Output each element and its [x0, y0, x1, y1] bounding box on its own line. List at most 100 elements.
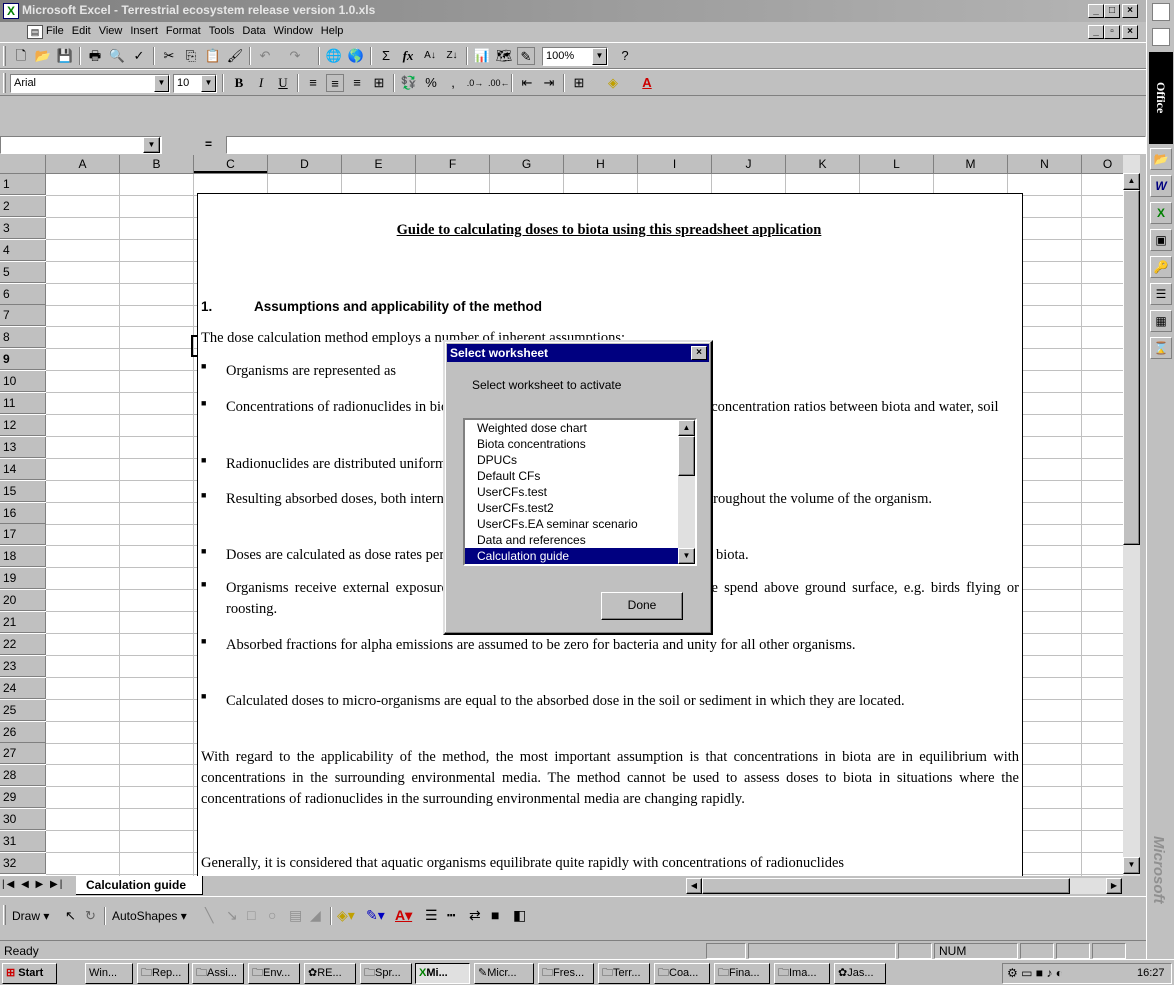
listbox-scrollbar[interactable]: ▲ ▼ — [678, 420, 695, 564]
draw-menu[interactable]: Draw ▾ — [12, 909, 49, 923]
menu-help[interactable]: Help — [321, 25, 344, 37]
autosum-icon[interactable]: Σ — [377, 47, 395, 65]
menu-data[interactable]: Data — [242, 25, 265, 37]
scroll-down-icon[interactable]: ▼ — [1123, 857, 1140, 874]
column-header-m[interactable]: M — [934, 155, 1008, 174]
oval-icon[interactable]: ○ — [268, 907, 276, 923]
row-header-18[interactable]: 18 — [0, 546, 46, 568]
format-painter-icon[interactable]: 🖌 — [226, 47, 244, 65]
free-rotate-icon[interactable]: ↻ — [85, 908, 96, 924]
menu-format[interactable]: Format — [166, 25, 201, 37]
list-item[interactable]: Weighted dose chart — [465, 420, 695, 436]
3d-icon[interactable]: ◧ — [513, 907, 526, 924]
calculator-icon[interactable]: ▦ — [1150, 310, 1172, 332]
taskbar-item[interactable]: 🗀Rep... — [137, 963, 189, 984]
taskbar-item[interactable]: 🗀Ima... — [774, 963, 830, 984]
row-header-3[interactable]: 3 — [0, 217, 46, 239]
hyperlink-icon[interactable]: 🌐 — [325, 47, 343, 65]
fill-color-icon[interactable]: ◈▾ — [337, 907, 355, 924]
sheet-tab-active[interactable]: Calculation guide — [76, 876, 204, 895]
taskbar-item[interactable]: 🗀Fina... — [714, 963, 770, 984]
excel-icon[interactable]: X — [1150, 202, 1172, 224]
cut-icon[interactable]: ✂ — [160, 47, 178, 65]
chevron-down-icon[interactable]: ▼ — [143, 137, 160, 153]
taskbar-item[interactable]: Win... — [85, 963, 133, 984]
powerpoint-icon[interactable]: ▣ — [1150, 229, 1172, 251]
row-header-21[interactable]: 21 — [0, 612, 46, 633]
merge-center-icon[interactable]: ⊞ — [370, 74, 388, 92]
column-header-i[interactable]: I — [638, 155, 712, 174]
scroll-up-icon[interactable]: ▲ — [1123, 173, 1140, 190]
font-color-icon[interactable]: A▾ — [395, 907, 412, 924]
column-header-k[interactable]: K — [786, 155, 860, 174]
italic-button[interactable]: I — [252, 74, 270, 92]
print-preview-icon[interactable]: 🔍 — [108, 47, 126, 65]
row-header-6[interactable]: 6 — [0, 283, 46, 305]
scroll-up-icon[interactable]: ▲ — [678, 420, 695, 436]
open-folder-icon[interactable]: 📂 — [1150, 148, 1172, 170]
increase-indent-icon[interactable]: ⇥ — [540, 74, 558, 92]
dialog-title-bar[interactable]: Select worksheet — [447, 344, 709, 362]
minimize-button[interactable]: _ — [1088, 4, 1104, 18]
row-header-19[interactable]: 19 — [0, 568, 46, 590]
hourglass-icon[interactable]: ⌛ — [1150, 337, 1172, 359]
borders-icon[interactable]: ⊞ — [570, 74, 588, 92]
row-header-5[interactable]: 5 — [0, 261, 46, 283]
worksheet-listbox[interactable]: Weighted dose chart Biota concentrations… — [463, 418, 697, 566]
column-header-c[interactable]: C — [194, 155, 268, 174]
decrease-decimal-icon[interactable]: .00← — [488, 74, 510, 92]
chevron-down-icon[interactable]: ▼ — [154, 75, 169, 92]
list-item[interactable]: UserCFs.EA seminar scenario — [465, 516, 695, 532]
open-icon[interactable]: 📂 — [34, 47, 52, 65]
menu-insert[interactable]: Insert — [130, 25, 158, 37]
web-toolbar-icon[interactable]: 🌎 — [347, 47, 365, 65]
column-header-d[interactable]: D — [268, 155, 342, 174]
taskbar-item[interactable]: 🗀Terr... — [598, 963, 650, 984]
workbook-icon[interactable]: ▤ — [27, 25, 43, 39]
menu-tools[interactable]: Tools — [209, 25, 235, 37]
comma-style-icon[interactable]: , — [444, 74, 462, 92]
copy-icon[interactable]: ⎘ — [182, 47, 200, 65]
done-button[interactable]: Done — [601, 592, 683, 620]
row-header-2[interactable]: 2 — [0, 195, 46, 217]
menu-window[interactable]: Window — [274, 25, 313, 37]
font-size-select[interactable]: 10 ▼ — [173, 74, 217, 93]
taskbar-item[interactable]: ✿RE... — [304, 963, 356, 984]
column-header-a[interactable]: A — [46, 155, 120, 174]
start-button[interactable]: ⊞ Start — [2, 963, 57, 984]
chevron-down-icon[interactable]: ▼ — [201, 75, 216, 92]
doc-minimize-button[interactable]: _ — [1088, 25, 1104, 39]
list-item[interactable]: Default CFs — [465, 468, 695, 484]
dash-style-icon[interactable]: ┅ — [447, 907, 455, 924]
equals-sign[interactable]: = — [205, 137, 212, 151]
doc-restore-button[interactable]: ▫ — [1104, 25, 1120, 39]
row-header-13[interactable]: 13 — [0, 436, 46, 458]
print-icon[interactable]: 🖶 — [86, 47, 104, 65]
new-icon[interactable]: 🗋 — [12, 47, 30, 65]
row-header-31[interactable]: 31 — [0, 831, 46, 852]
office-logo-icon[interactable] — [1152, 3, 1170, 21]
chart-wizard-icon[interactable]: 📊 — [473, 47, 491, 65]
taskbar-item[interactable]: ✿Jas... — [834, 963, 886, 984]
scroll-right-icon[interactable]: ▶ — [1106, 878, 1122, 894]
row-header-8[interactable]: 8 — [0, 327, 46, 349]
function-icon[interactable]: fx — [399, 47, 417, 65]
row-header-1[interactable]: 1 — [0, 174, 46, 195]
name-box[interactable] — [0, 136, 162, 154]
notes-icon[interactable]: ☰ — [1150, 283, 1172, 305]
sort-ascending-icon[interactable]: A↓ — [421, 47, 439, 65]
row-header-29[interactable]: 29 — [0, 787, 46, 809]
help-icon[interactable]: ? — [616, 47, 634, 65]
column-header-h[interactable]: H — [564, 155, 638, 174]
access-icon[interactable]: 🔑 — [1150, 256, 1172, 278]
row-header-26[interactable]: 26 — [0, 721, 46, 743]
close-button[interactable]: × — [1122, 4, 1138, 18]
column-header-o[interactable]: O — [1082, 155, 1123, 174]
align-right-icon[interactable]: ≡ — [348, 74, 366, 92]
row-header-16[interactable]: 16 — [0, 502, 46, 524]
taskbar-item[interactable]: ✎Micr... — [474, 963, 534, 984]
column-header-j[interactable]: J — [712, 155, 786, 174]
taskbar-item[interactable]: 🗀Env... — [248, 963, 300, 984]
line-style-icon[interactable]: ☰ — [425, 907, 438, 924]
shadow-icon[interactable]: ■ — [491, 907, 499, 923]
